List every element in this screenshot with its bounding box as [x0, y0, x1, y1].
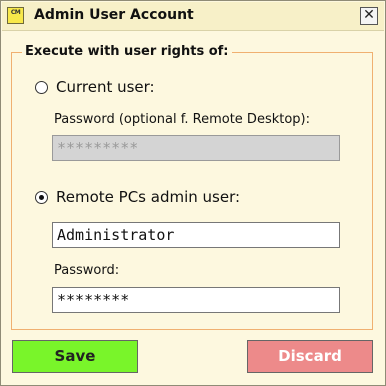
save-button[interactable]: Save — [12, 340, 138, 373]
current-user-password-label: Password (optional f. Remote Desktop): — [54, 112, 310, 127]
current-user-label: Current user: — [56, 78, 155, 96]
admin-password-field[interactable]: ******** — [52, 287, 340, 313]
close-button[interactable]: ✕ — [360, 7, 378, 25]
current-user-radio[interactable] — [35, 80, 48, 94]
title-bar[interactable]: CM Admin User Account ✕ — [2, 2, 384, 31]
window-title: Admin User Account — [34, 7, 194, 23]
group-legend: Execute with user rights of: — [22, 44, 232, 59]
remote-admin-label: Remote PCs admin user: — [56, 188, 241, 206]
close-icon: ✕ — [363, 7, 375, 23]
discard-button[interactable]: Discard — [247, 340, 373, 373]
current-user-password-field: ********* — [52, 135, 340, 161]
current-user-radio-option[interactable]: Current user: — [35, 78, 155, 96]
admin-username-field[interactable]: Administrator — [52, 222, 340, 248]
admin-password-label: Password: — [54, 263, 120, 278]
app-icon: CM — [7, 7, 24, 24]
remote-admin-radio[interactable] — [35, 190, 48, 204]
remote-admin-radio-option[interactable]: Remote PCs admin user: — [35, 188, 240, 206]
